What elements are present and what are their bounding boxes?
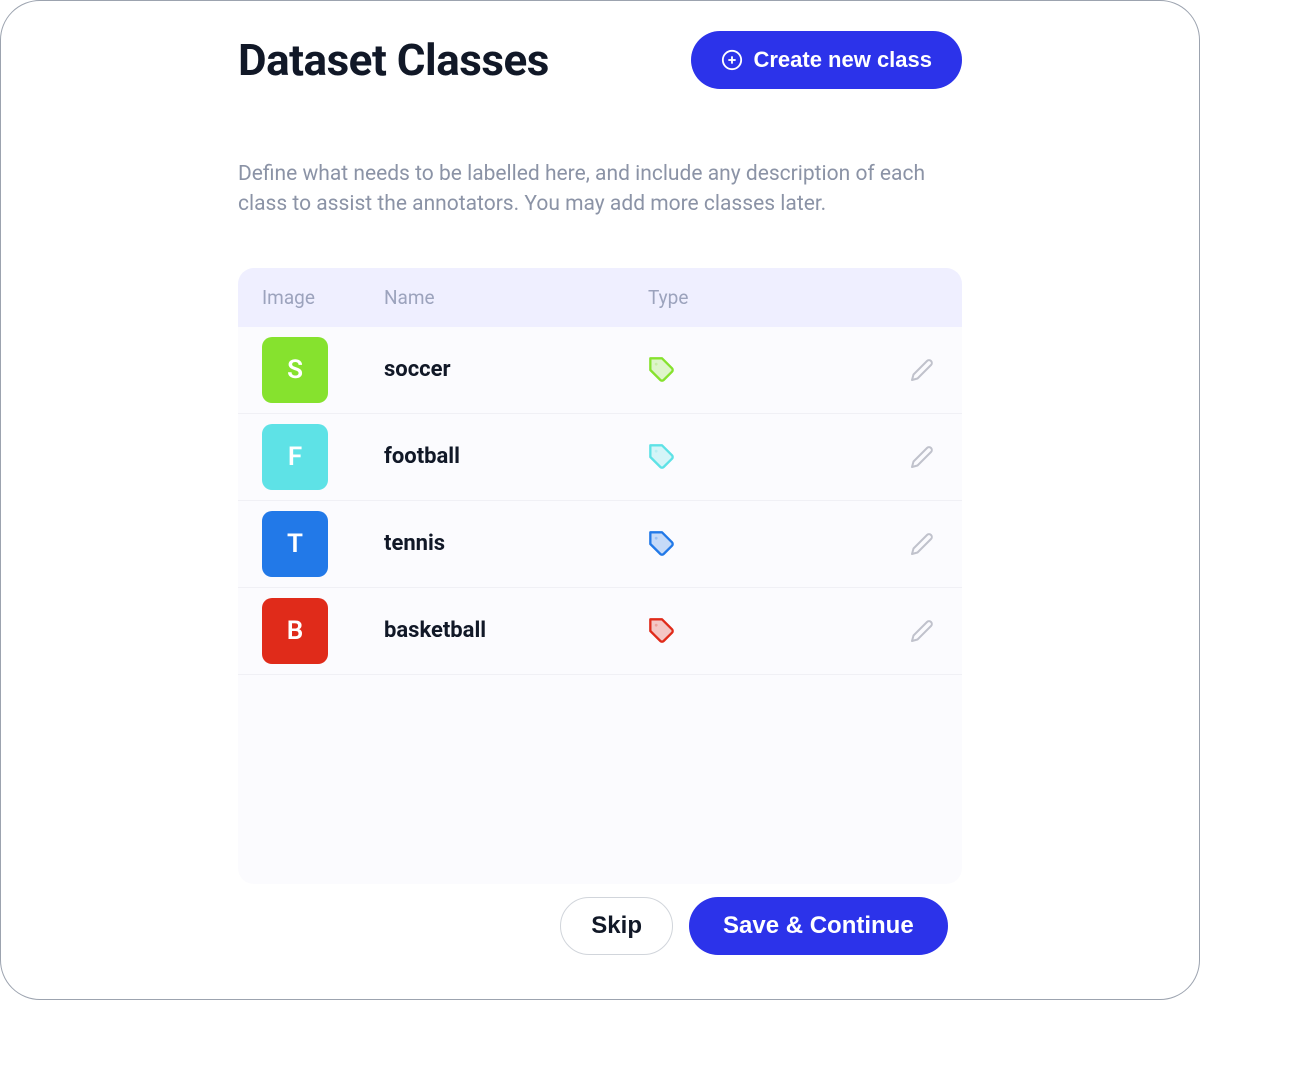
class-badge: B: [262, 598, 328, 664]
column-type: Type: [648, 286, 882, 309]
description-text: Define what needs to be labelled here, a…: [238, 159, 962, 220]
class-badge: S: [262, 337, 328, 403]
class-name: football: [384, 444, 648, 469]
table-body: S soccer F football T tennis: [238, 327, 962, 675]
table-row: B basketball: [238, 588, 962, 675]
tag-icon: [648, 617, 676, 645]
class-name: basketball: [384, 618, 648, 643]
edit-class-button[interactable]: [904, 439, 940, 475]
table-header: Image Name Type: [238, 268, 962, 327]
classes-table: Image Name Type S soccer F football: [238, 268, 962, 884]
create-new-class-button[interactable]: Create new class: [691, 31, 962, 89]
skip-button[interactable]: Skip: [560, 897, 673, 955]
dataset-classes-panel: Dataset Classes Create new class Define …: [0, 0, 1200, 1000]
class-badge-wrap: F: [262, 424, 384, 490]
class-type: [648, 443, 882, 471]
tag-icon: [648, 530, 676, 558]
class-badge-wrap: S: [262, 337, 384, 403]
footer-row: Skip Save & Continue: [238, 897, 962, 955]
edit-class-button[interactable]: [904, 613, 940, 649]
plus-circle-icon: [721, 49, 743, 71]
class-name: soccer: [384, 357, 648, 382]
class-badge: F: [262, 424, 328, 490]
pencil-icon: [910, 445, 934, 469]
pencil-icon: [910, 358, 934, 382]
column-name: Name: [384, 286, 648, 309]
tag-icon: [648, 356, 676, 384]
save-continue-button[interactable]: Save & Continue: [689, 897, 948, 955]
class-badge-wrap: T: [262, 511, 384, 577]
content-area: Dataset Classes Create new class Define …: [238, 31, 962, 884]
create-button-label: Create new class: [753, 47, 932, 73]
edit-class-button[interactable]: [904, 352, 940, 388]
table-row: F football: [238, 414, 962, 501]
page-title: Dataset Classes: [238, 34, 549, 86]
tag-icon: [648, 443, 676, 471]
pencil-icon: [910, 532, 934, 556]
class-type: [648, 617, 882, 645]
class-badge-wrap: B: [262, 598, 384, 664]
column-image: Image: [262, 286, 384, 309]
table-row: S soccer: [238, 327, 962, 414]
pencil-icon: [910, 619, 934, 643]
header-row: Dataset Classes Create new class: [238, 31, 962, 89]
class-name: tennis: [384, 531, 648, 556]
class-badge: T: [262, 511, 328, 577]
class-type: [648, 530, 882, 558]
edit-class-button[interactable]: [904, 526, 940, 562]
class-type: [648, 356, 882, 384]
table-row: T tennis: [238, 501, 962, 588]
